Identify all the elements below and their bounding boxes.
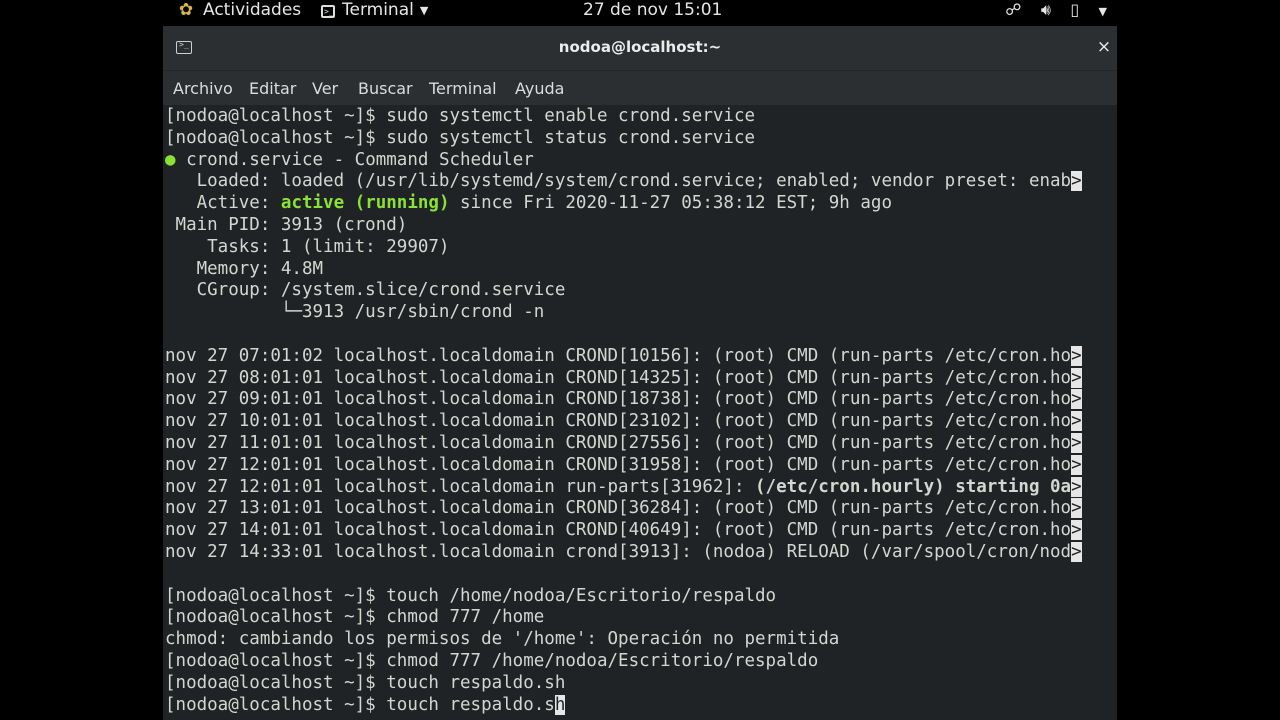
menu-buscar[interactable]: Buscar (358, 79, 413, 98)
menu-ayuda[interactable]: Ayuda (515, 79, 564, 98)
terminal-line: nov 27 12:01:01 localhost.localdomain CR… (165, 454, 1115, 477)
truncation-marker: > (1071, 367, 1082, 388)
terminal-line: nov 27 11:01:01 localhost.localdomain CR… (165, 432, 1115, 455)
terminal-line: └─3913 /usr/sbin/crond -n (165, 302, 545, 323)
terminal-line: nov 27 08:01:01 localhost.localdomain CR… (165, 367, 1115, 390)
terminal-text: since Fri 2020-11-27 05:38:12 EST; 9h ag… (449, 193, 892, 214)
active-status: active (running) (280, 193, 450, 214)
terminal-line: nov 27 14:01:01 localhost.localdomain CR… (165, 520, 1115, 542)
terminal-line: [nodoa@localhost ~]$ touch respaldo.sh (165, 694, 1115, 717)
terminal-line: [nodoa@localhost ~]$ chmod 777 /home (165, 607, 545, 628)
terminal-text: nov 27 08:01:01 localhost.localdomain CR… (165, 367, 1072, 388)
terminal-text: nov 27 11:01:01 localhost.localdomain CR… (165, 432, 1072, 453)
terminal-text: nov 27 13:01:01 localhost.localdomain CR… (165, 498, 1072, 519)
terminal-text: nov 27 14:01:01 localhost.localdomain CR… (165, 520, 1072, 541)
terminal-line: [nodoa@localhost ~]$ touch /home/nodoa/E… (165, 585, 777, 606)
battery-icon: ▯ (1070, 0, 1080, 19)
terminal-line: [nodoa@localhost ~]$ touch respaldo.sh (165, 672, 566, 693)
chevron-down-icon: ▼ (1098, 5, 1107, 18)
terminal-line: nov 27 09:01:01 localhost.localdomain CR… (165, 389, 1115, 411)
activities-label: Actividades (203, 0, 302, 20)
close-button[interactable]: × (1093, 36, 1115, 58)
terminal-text: nov 27 12:01:01 localhost.localdomain CR… (165, 454, 1072, 475)
truncation-marker: > (1071, 520, 1082, 541)
terminal-text: nov 27 12:01:01 localhost.localdomain ru… (165, 476, 756, 497)
terminal-line: nov 27 10:01:01 localhost.localdomain CR… (165, 411, 1115, 433)
top-bar: ✿ Actividades Terminal ▼ 27 de nov 15:01 ☍… (163, 0, 1117, 26)
truncation-marker: > (1071, 432, 1082, 453)
menu-editar[interactable]: Editar (249, 79, 296, 98)
volume-icon: 🔊︎ (1040, 0, 1051, 19)
terminal-line: Memory: 4.8M (165, 258, 324, 279)
menu-ver[interactable]: Ver (312, 79, 338, 98)
terminal-line: chmod: cambiando los permisos de '/home'… (165, 629, 840, 650)
gnome-foot-icon: ✿ (178, 0, 194, 20)
text-cursor: h (554, 694, 566, 715)
app-menu-label: Terminal (342, 0, 414, 20)
terminal-line: nov 27 14:33:01 localhost.localdomain cr… (165, 541, 1115, 564)
terminal-text: Active: (165, 193, 281, 214)
terminal-text: Loaded: loaded (/usr/lib/systemd/system/… (165, 171, 1072, 192)
terminal-line: Loaded: loaded (/usr/lib/systemd/system/… (165, 171, 1115, 193)
app-menu-button[interactable]: Terminal ▼ (321, 0, 428, 26)
menu-terminal[interactable]: Terminal (429, 79, 497, 98)
terminal-text: nov 27 10:01:01 localhost.localdomain CR… (165, 411, 1072, 432)
title-bar[interactable]: >_ nodoa@localhost:~ × (163, 26, 1117, 70)
activities-button[interactable]: ✿ Actividades (177, 0, 301, 26)
truncation-marker: > (1071, 541, 1082, 562)
terminal-window: >_ nodoa@localhost:~ × Archivo Editar Ve… (163, 26, 1117, 720)
truncation-marker: > (1071, 411, 1082, 432)
terminal-icon (321, 2, 335, 22)
terminal-line: [nodoa@localhost ~]$ chmod 777 /home/nod… (165, 650, 819, 671)
terminal-line: [nodoa@localhost ~]$ sudo systemctl enab… (165, 106, 756, 126)
clock[interactable]: 27 de nov 15:01 (583, 0, 722, 26)
terminal-text: nov 27 07:01:02 localhost.localdomain CR… (165, 345, 1072, 366)
menu-bar: Archivo Editar Ver Buscar Terminal Ayuda (163, 70, 1117, 105)
terminal-text: nov 27 14:33:01 localhost.localdomain cr… (165, 541, 1072, 562)
network-icon: ☍ (1005, 0, 1022, 19)
terminal-line: nov 27 12:01:01 localhost.localdomain ru… (165, 476, 1115, 499)
status-area[interactable]: ☍ 🔊︎ ▯ ▼ (991, 0, 1107, 26)
terminal-line: CGroup: /system.slice/crond.service (165, 280, 566, 301)
chevron-down-icon: ▼ (419, 4, 429, 17)
status-dot: ● (165, 149, 176, 170)
terminal-text: crond.service - Command Scheduler (175, 149, 534, 170)
terminal-text: nov 27 09:01:01 localhost.localdomain CR… (165, 389, 1072, 410)
truncation-marker: > (1071, 389, 1082, 410)
terminal-line: nov 27 07:01:02 localhost.localdomain CR… (165, 345, 1115, 368)
truncation-marker: > (1071, 476, 1082, 497)
truncation-marker: > (1071, 171, 1082, 192)
terminal-line: ● crond.service - Command Scheduler (165, 150, 1115, 172)
terminal-line: Active: active (running) since Fri 2020-… (165, 193, 1115, 215)
truncation-marker: > (1071, 345, 1082, 366)
terminal-text: [nodoa@localhost ~]$ touch respaldo.s (165, 694, 555, 715)
window-title: nodoa@localhost:~ (558, 38, 722, 56)
truncation-marker: > (1071, 498, 1082, 519)
terminal-line: nov 27 13:01:01 localhost.localdomain CR… (165, 498, 1115, 520)
terminal-line: Main PID: 3913 (crond) (165, 214, 408, 235)
terminal-line: Tasks: 1 (limit: 29907) (165, 236, 450, 257)
terminal-text-bold: (/etc/cron.hourly) starting 0a (755, 476, 1072, 497)
truncation-marker: > (1071, 454, 1082, 475)
menu-archivo[interactable]: Archivo (173, 79, 233, 98)
terminal-output[interactable]: [nodoa@localhost ~]$ sudo systemctl enab… (165, 106, 1115, 720)
terminal-line: [nodoa@localhost ~]$ sudo systemctl stat… (165, 127, 756, 148)
